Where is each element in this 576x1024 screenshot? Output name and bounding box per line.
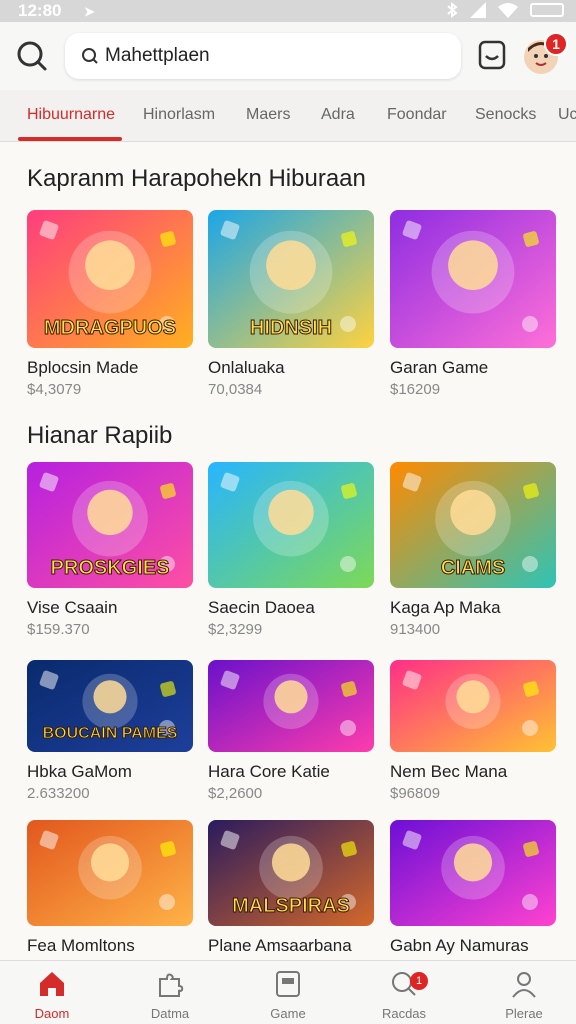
nav-racdas[interactable]: 1 Racdas xyxy=(364,969,444,1021)
thumbnail-title: CIAMS xyxy=(441,557,505,579)
bottom-navigation: Daom Datma Game 1 Racdas Plerae xyxy=(0,960,576,1024)
nav-datma[interactable]: Datma xyxy=(130,969,210,1021)
thumbnail-title: BOUCAIN PAMES xyxy=(43,725,178,742)
game-card[interactable]: Fea Momltons xyxy=(27,820,193,959)
game-price: $2,3299 xyxy=(208,621,263,638)
notification-badge: 1 xyxy=(544,32,568,56)
game-thumbnail[interactable]: PROSKGIES xyxy=(27,462,193,588)
nav-label: Racdas xyxy=(381,1006,427,1021)
search-field[interactable] xyxy=(65,33,461,79)
game-card[interactable]: PROSKGIES Vise Csaain $159.370 xyxy=(27,462,193,638)
game-price: $16209 xyxy=(390,381,441,398)
game-card[interactable]: Garan Game $16209 xyxy=(390,210,556,398)
game-thumbnail[interactable]: BOUCAIN PAMES xyxy=(27,660,193,752)
game-price: $159.370 xyxy=(27,621,90,638)
game-price: $4,3079 xyxy=(27,381,82,398)
game-name: Hbka GaMom xyxy=(27,762,132,781)
game-thumbnail[interactable] xyxy=(208,660,374,752)
game-thumbnail[interactable]: MDRAGPUOS xyxy=(27,210,193,348)
tab-senocks[interactable]: Senocks xyxy=(475,106,536,124)
search-icon xyxy=(17,41,47,71)
game-price: 70,0384 xyxy=(208,381,263,398)
wifi-icon xyxy=(498,3,518,18)
signal-icon xyxy=(470,2,486,18)
top-bar: 1 xyxy=(0,22,576,90)
game-thumbnail[interactable] xyxy=(208,462,374,588)
game-name: Plane Amsaarbana xyxy=(208,936,352,955)
nav-profile[interactable]: Plerae xyxy=(484,969,564,1021)
tab-hibuurnarne[interactable]: Hibuurnarne xyxy=(27,106,115,124)
home-icon xyxy=(40,972,64,996)
nav-label: Plerae xyxy=(505,1006,543,1021)
game-name: Onlaluaka xyxy=(208,358,285,377)
active-tab-indicator xyxy=(18,137,122,141)
status-bar: 12:80 ➤ xyxy=(0,0,576,22)
tab-maers[interactable]: Maers xyxy=(246,106,290,124)
battery-icon xyxy=(530,3,564,17)
game-card[interactable]: Hara Core Katie $2,2600 xyxy=(208,660,374,802)
tab-uc[interactable]: Uc xyxy=(558,106,576,124)
category-tabs: Hibuurnarne Hinorlasm Maers Adra Foondar… xyxy=(0,90,576,142)
section-title: Kapranm Harapohekn Hiburaan xyxy=(27,165,366,192)
game-name: Kaga Ap Maka xyxy=(390,598,501,617)
nav-label: Daom xyxy=(34,1006,70,1021)
tab-hinorlasm[interactable]: Hinorlasm xyxy=(143,106,215,124)
nav-label: Datma xyxy=(150,1006,190,1021)
search-button[interactable] xyxy=(12,36,52,76)
game-card[interactable]: CIAMS Kaga Ap Maka 913400 xyxy=(390,462,556,638)
game-thumbnail[interactable] xyxy=(27,820,193,926)
game-name: Gabn Ay Namuras xyxy=(390,936,529,955)
game-thumbnail[interactable]: HIDNSIH xyxy=(208,210,374,348)
cart-button[interactable] xyxy=(476,38,508,72)
game-card[interactable]: MDRAGPUOS Bplocsin Made $4,3079 xyxy=(27,210,193,398)
nav-home[interactable]: Daom xyxy=(12,969,92,1021)
game-name: Saecin Daoea xyxy=(208,598,315,617)
thumbnail-title: MDRAGPUOS xyxy=(44,317,176,339)
tab-adra[interactable]: Adra xyxy=(321,106,355,124)
game-thumbnail[interactable] xyxy=(390,660,556,752)
tab-foondar[interactable]: Foondar xyxy=(387,106,447,124)
game-name: Bplocsin Made xyxy=(27,358,139,377)
nav-label: Game xyxy=(270,1006,306,1021)
game-card[interactable]: MALSPIRAS Plane Amsaarbana xyxy=(208,820,374,959)
profile-icon xyxy=(512,972,536,998)
game-name: Garan Game xyxy=(390,358,489,377)
game-name: Fea Momltons xyxy=(27,936,135,955)
game-price: $2,2600 xyxy=(208,785,263,802)
game-thumbnail[interactable]: MALSPIRAS xyxy=(208,820,374,926)
bluetooth-icon xyxy=(447,2,458,18)
game-card[interactable]: BOUCAIN PAMES Hbka GaMom 2.633200 xyxy=(27,660,193,802)
game-card[interactable]: HIDNSIH Onlaluaka 70,0384 xyxy=(208,210,374,398)
thumbnail-title: PROSKGIES xyxy=(51,557,170,579)
game-card[interactable]: Gabn Ay Namuras xyxy=(390,820,556,959)
nav-badge: 1 xyxy=(410,972,428,990)
game-price: 913400 xyxy=(390,621,441,638)
avatar[interactable]: 1 xyxy=(524,32,568,74)
puzzle-icon xyxy=(159,973,184,997)
game-icon xyxy=(276,971,300,997)
notification-dot-icon: ➤ xyxy=(84,4,95,19)
search-icon xyxy=(82,48,98,64)
status-time: 12:80 xyxy=(18,1,62,20)
nav-game[interactable]: Game xyxy=(248,969,328,1021)
game-card[interactable]: Saecin Daoea $2,3299 xyxy=(208,462,374,638)
thumbnail-title: HIDNSIH xyxy=(250,317,332,339)
game-name: Vise Csaain xyxy=(27,598,118,617)
bag-icon xyxy=(478,40,506,70)
game-price: $96809 xyxy=(390,785,441,802)
search-input[interactable] xyxy=(105,45,445,67)
game-card[interactable]: Nem Bec Mana $96809 xyxy=(390,660,556,802)
game-name: Hara Core Katie xyxy=(208,762,330,781)
game-price: 2.633200 xyxy=(27,785,90,802)
game-thumbnail[interactable] xyxy=(390,210,556,348)
game-thumbnail[interactable] xyxy=(390,820,556,926)
game-thumbnail[interactable]: CIAMS xyxy=(390,462,556,588)
thumbnail-title: MALSPIRAS xyxy=(232,895,350,917)
section-title: Hianar Rapiib xyxy=(27,422,173,449)
game-name: Nem Bec Mana xyxy=(390,762,508,781)
